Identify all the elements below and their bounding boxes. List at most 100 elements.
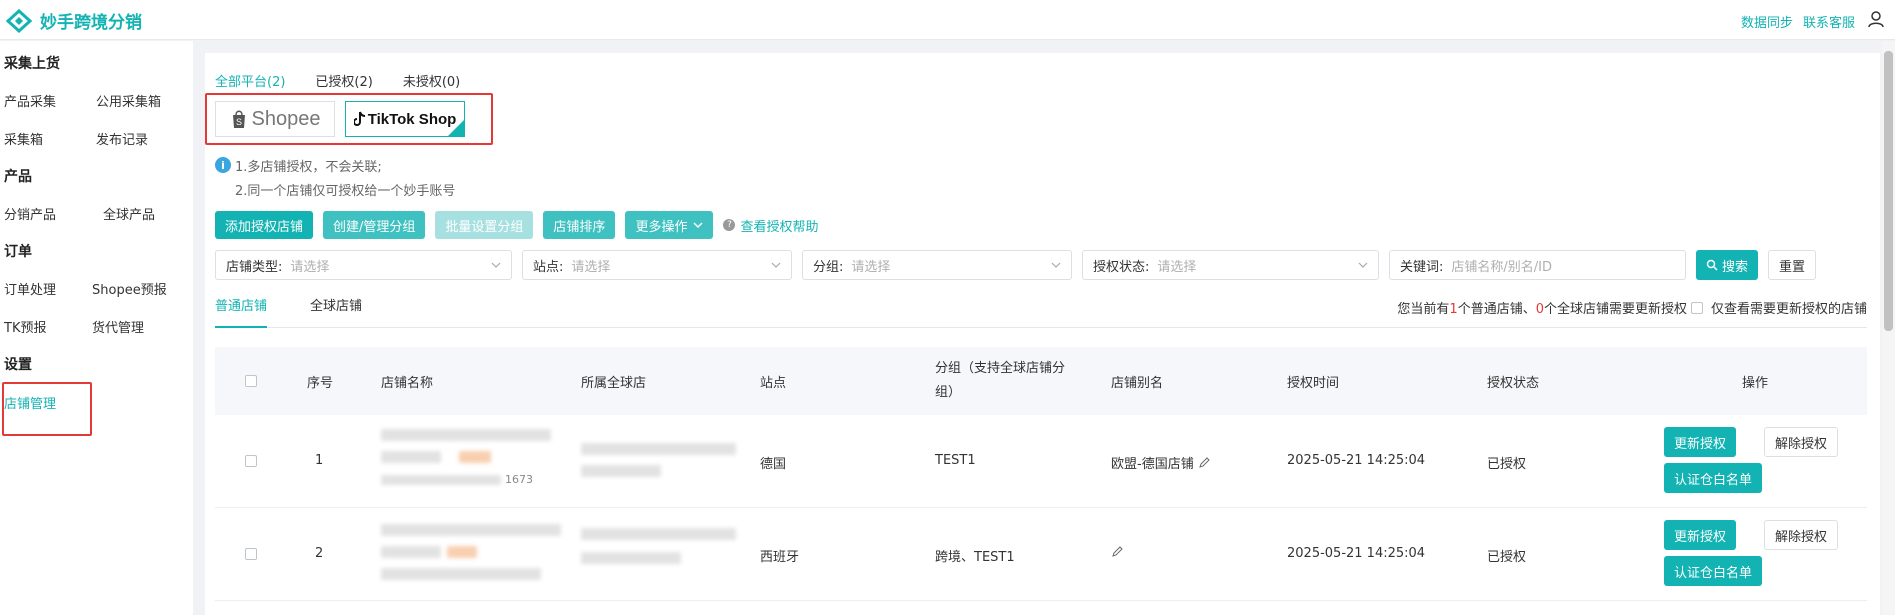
table-row: 1 1673 德国 TEST1 欧盟-德国店铺 2025-05-21 14:25…	[215, 415, 1867, 508]
global-store-redacted	[581, 443, 736, 455]
scrollbar-thumb[interactable]	[1884, 51, 1893, 331]
sidebar-item-collect-box[interactable]: 采集箱	[4, 129, 43, 148]
platform-shopee[interactable]: S Shopee	[215, 101, 335, 137]
contact-support-link[interactable]: 联系客服	[1803, 12, 1855, 31]
platform-auth-tabs: 全部平台(2) 已授权(2) 未授权(0)	[215, 71, 460, 90]
add-authorized-store-button[interactable]: 添加授权店铺	[215, 211, 314, 239]
data-sync-link[interactable]: 数据同步	[1741, 12, 1793, 31]
store-name-redacted	[381, 524, 561, 536]
auth-help-label: 查看授权帮助	[740, 219, 819, 235]
sidebar-group-product: 产品	[4, 169, 32, 185]
scrollbar[interactable]	[1882, 41, 1895, 615]
keyword-input[interactable]: 关键词: 店铺名称/别名/ID	[1389, 250, 1686, 280]
row-checkbox[interactable]	[245, 548, 257, 560]
warehouse-whitelist-button[interactable]: 认证仓白名单	[1664, 556, 1763, 586]
warehouse-whitelist-button[interactable]: 认证仓白名单	[1664, 463, 1763, 493]
edit-icon[interactable]	[1111, 546, 1123, 558]
col-store-name: 店铺名称	[381, 375, 434, 391]
revoke-auth-button[interactable]: 解除授权	[1764, 427, 1839, 457]
note-mid: 个普通店铺、	[1457, 302, 1536, 317]
store-name-redacted	[381, 568, 541, 580]
group-select[interactable]: 分组: 请选择	[802, 250, 1072, 280]
sidebar-item-publish-records[interactable]: 发布记录	[96, 129, 148, 148]
revoke-auth-button[interactable]: 解除授权	[1764, 520, 1839, 550]
store-type-select[interactable]: 店铺类型: 请选择	[215, 250, 512, 280]
col-global-store: 所属全球店	[581, 375, 647, 391]
store-type-label: 店铺类型:	[226, 259, 283, 275]
store-type-tabs: 普通店铺 全球店铺 您当前有1个普通店铺、0个全球店铺需要更新授权 仅查看需要更…	[215, 296, 1867, 328]
store-type-placeholder: 请选择	[290, 259, 330, 275]
chevron-down-icon	[693, 222, 703, 229]
logo-icon	[6, 8, 32, 33]
row-group: TEST1	[935, 453, 976, 468]
row-auth-time: 2025-05-21 14:25:04	[1287, 453, 1426, 468]
row-checkbox[interactable]	[245, 455, 257, 467]
app-title: 妙手跨境分销	[40, 13, 142, 33]
chevron-down-icon	[771, 262, 781, 268]
app-logo[interactable]: 妙手跨境分销	[6, 8, 142, 33]
edit-icon[interactable]	[1198, 456, 1210, 469]
tab-all-platforms[interactable]: 全部平台(2)	[215, 71, 285, 90]
only-need-checkbox[interactable]	[1690, 301, 1703, 314]
sidebar-item-shopee-forecast[interactable]: Shopee预报	[92, 279, 167, 298]
row-site: 西班牙	[760, 550, 800, 565]
sidebar-group-settings: 设置	[4, 357, 32, 373]
keyword-label: 关键词:	[1400, 259, 1444, 275]
more-actions-button[interactable]: 更多操作	[625, 211, 714, 239]
col-auth-time: 授权时间	[1287, 375, 1340, 391]
renew-auth-button[interactable]: 更新授权	[1664, 520, 1737, 550]
filter-bar: 店铺类型: 请选择 站点: 请选择 分组: 请选择 授权状态: 请选择 关键词:…	[215, 250, 1817, 280]
sidebar-item-tk-forecast[interactable]: TK预报	[4, 317, 46, 336]
sidebar-group-order: 订单	[4, 244, 32, 260]
reset-button[interactable]: 重置	[1768, 250, 1817, 280]
manage-groups-button[interactable]: 创建/管理分组	[323, 211, 426, 239]
tab-authorized[interactable]: 已授权(2)	[315, 71, 372, 90]
search-button[interactable]: 搜索	[1696, 250, 1759, 280]
sidebar-item-order-processing[interactable]: 订单处理	[4, 279, 56, 298]
normal-count: 1	[1449, 302, 1458, 317]
table-header: 序号 店铺名称 所属全球店 站点 分组（支持全球店铺分组） 店铺别名 授权时间 …	[215, 347, 1867, 415]
authorization-notes: i 1.多店铺授权，不会关联; 2.同一个店铺仅可授权给一个妙手账号	[215, 153, 455, 201]
store-sort-button[interactable]: 店铺排序	[543, 211, 616, 239]
note-1: 1.多店铺授权，不会关联;	[235, 159, 382, 175]
chevron-down-icon	[1358, 262, 1368, 268]
update-auth-note: 您当前有1个普通店铺、0个全球店铺需要更新授权	[1397, 298, 1687, 317]
table-row: 2 西班牙 跨境、TEST1 2025-05-21 14:25:04 已授权 更…	[215, 508, 1867, 601]
sidebar-item-forwarder[interactable]: 货代管理	[92, 317, 144, 336]
keyword-placeholder: 店铺名称/别名/ID	[1451, 259, 1552, 275]
row-site: 德国	[760, 457, 787, 472]
col-actions: 操作	[1742, 375, 1769, 391]
more-actions-label: 更多操作	[635, 219, 688, 235]
col-auth-status: 授权状态	[1487, 375, 1540, 391]
svg-text:S: S	[236, 117, 242, 127]
global-store-redacted	[581, 528, 736, 540]
only-need-label: 仅查看需要更新授权的店铺	[1710, 302, 1867, 317]
tab-normal-stores[interactable]: 普通店铺	[215, 296, 268, 328]
tab-global-stores[interactable]: 全球店铺	[310, 296, 362, 328]
auth-status-select[interactable]: 授权状态: 请选择	[1082, 250, 1379, 280]
store-table: 序号 店铺名称 所属全球店 站点 分组（支持全球店铺分组） 店铺别名 授权时间 …	[215, 347, 1867, 601]
sidebar-item-distribution-products[interactable]: 分销产品	[4, 204, 56, 223]
group-placeholder: 请选择	[851, 259, 891, 275]
tab-unauthorized[interactable]: 未授权(0)	[403, 71, 460, 90]
row-auth-status: 已授权	[1487, 550, 1527, 565]
note-prefix: 您当前有	[1397, 302, 1450, 317]
select-all-checkbox[interactable]	[245, 375, 257, 387]
search-label: 搜索	[1722, 259, 1749, 275]
platform-tiktok-shop[interactable]: TikTok Shop	[345, 101, 465, 137]
site-select[interactable]: 站点: 请选择	[522, 250, 792, 280]
sidebar-item-global-products[interactable]: 全球产品	[103, 204, 155, 223]
only-need-update-filter[interactable]: 仅查看需要更新授权的店铺	[1690, 298, 1867, 317]
sidebar: 采集上货 产品采集 公用采集箱 采集箱 发布记录 产品 分销产品 全球产品 订单…	[0, 41, 193, 615]
global-store-redacted	[581, 552, 681, 564]
sidebar-item-product-collect[interactable]: 产品采集	[4, 91, 56, 110]
batch-set-group-button[interactable]: 批量设置分组	[435, 211, 534, 239]
row-group: 跨境、TEST1	[935, 550, 1015, 565]
renew-auth-button[interactable]: 更新授权	[1664, 427, 1737, 457]
auth-help-link[interactable]: ? 查看授权帮助	[723, 216, 818, 235]
sidebar-item-public-box[interactable]: 公用采集箱	[96, 91, 161, 110]
store-name-redacted	[381, 429, 551, 441]
question-icon: ?	[723, 219, 736, 231]
user-icon[interactable]	[1867, 10, 1885, 28]
sidebar-group-collect: 采集上货	[4, 56, 60, 72]
